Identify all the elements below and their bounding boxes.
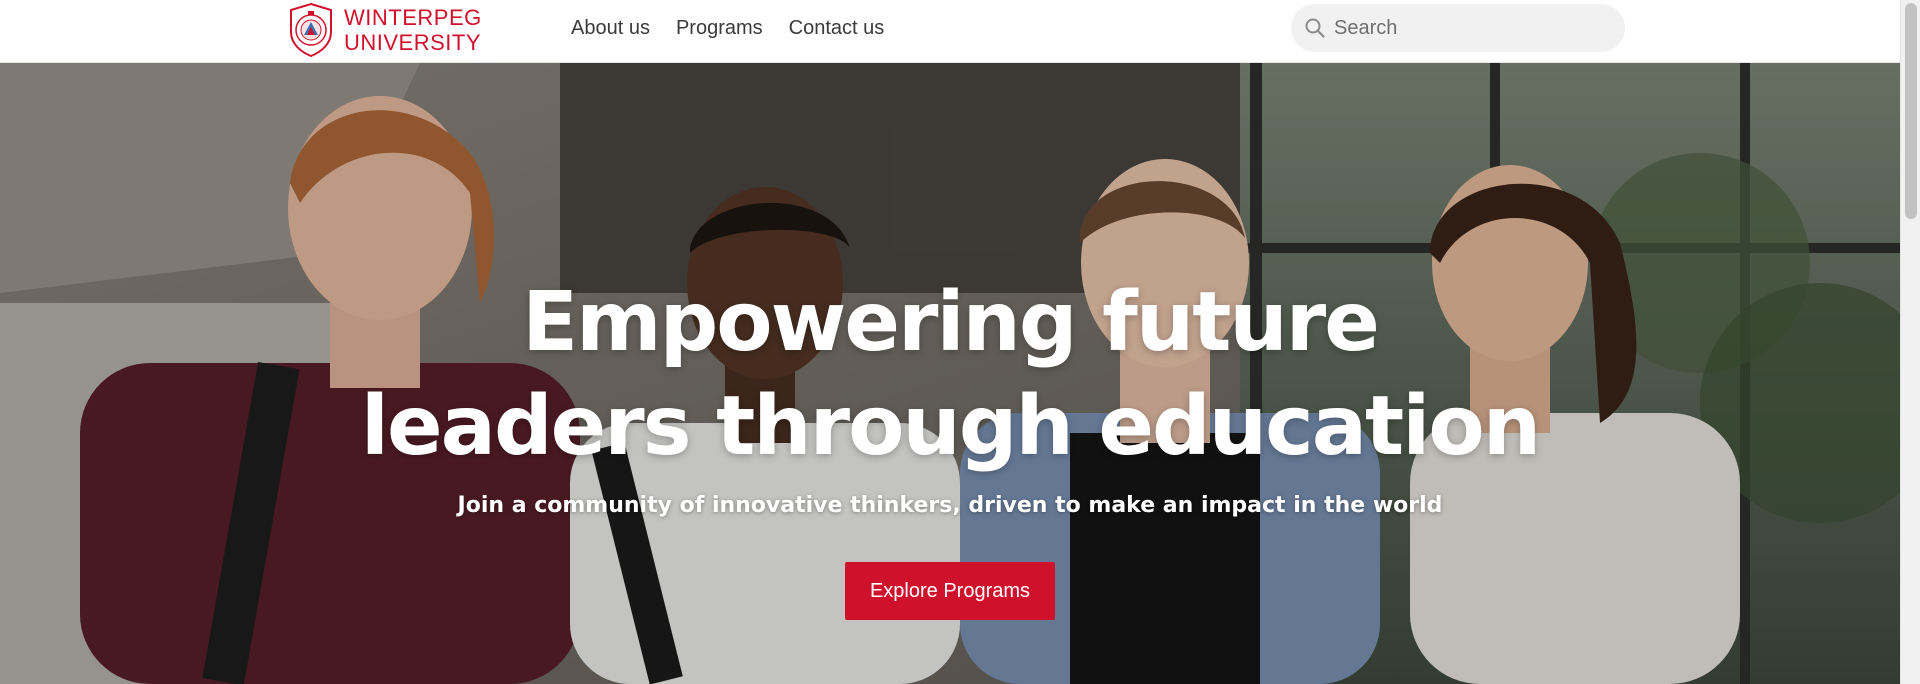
hero-section: Empowering future leaders through educat… [0,63,1900,684]
hero-title-line-2: leaders through education [360,379,1541,474]
nav-contact-us[interactable]: Contact us [789,17,885,40]
logo-line-1: WINTERPEG [344,5,482,30]
site-header: WINTERPEG UNIVERSITY About us Programs C… [0,0,1900,63]
logo-line-2: UNIVERSITY [344,30,482,55]
hero-title: Empowering future leaders through educat… [0,271,1900,479]
explore-programs-button[interactable]: Explore Programs [845,562,1055,620]
hero-title-line-1: Empowering future [522,275,1380,370]
university-seal-icon [290,2,332,58]
scrollbar-thumb[interactable] [1905,3,1917,219]
search-box [1291,4,1625,52]
nav-about-us[interactable]: About us [571,17,650,40]
hero-subtitle: Join a community of innovative thinkers,… [457,493,1443,518]
page-scrollbar[interactable] [1900,0,1920,684]
nav-programs[interactable]: Programs [676,17,763,40]
logo-wordmark: WINTERPEG UNIVERSITY [344,5,482,55]
hero-content: Empowering future leaders through educat… [0,63,1900,620]
main-nav: About us Programs Contact us [571,0,884,56]
search-icon[interactable] [1304,17,1326,39]
logo-link[interactable]: WINTERPEG UNIVERSITY [286,2,482,58]
search-input[interactable] [1334,16,1594,40]
